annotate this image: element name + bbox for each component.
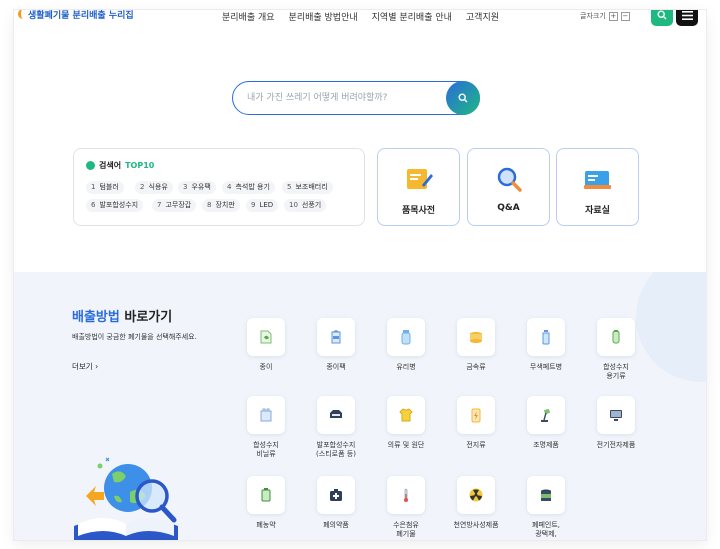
font-increase-button[interactable]: + [608, 11, 618, 21]
nav-item-method-guide[interactable]: 분리배출 방법안내 [289, 10, 358, 23]
more-link[interactable]: 더보기 › [72, 361, 98, 372]
page-frame: 생활폐기물 분리배출 누리집 분리배출 개요 분리배출 방법안내 지역별 분리배… [14, 10, 706, 540]
quick-link-label: 자료실 [585, 206, 610, 216]
search-icon [458, 93, 468, 103]
quick-link-archive[interactable]: 자료실 [556, 148, 639, 226]
category-battery[interactable]: 전지류 [446, 396, 506, 450]
search-top10-panel: 검색어 TOP10 1 텀블러 2 식용유 3 우유팩 4 측석밥 용기 5 보조배터리 … [73, 148, 365, 226]
check-circle-icon [86, 161, 95, 170]
keyword-chip[interactable]: 5 보조배터리 [282, 181, 333, 194]
category-glass-bottle[interactable]: 유리병 [376, 318, 436, 372]
logo-mark-icon [18, 10, 26, 19]
plastic-tube-icon [612, 330, 620, 344]
quick-link-label: 품목사전 [401, 206, 436, 216]
search-icon [657, 10, 667, 20]
pet-bottle-icon [542, 330, 550, 345]
pesticide-icon [261, 488, 271, 502]
keyword-chip[interactable]: 4 측석밥 용기 [222, 181, 275, 194]
monitor-icon [610, 410, 622, 421]
keyword-chip[interactable]: 10 선풍기 [284, 199, 327, 212]
category-mercury[interactable]: 수은첨유 폐기물 [376, 476, 436, 539]
waste-search-bar [232, 81, 480, 115]
magnifier-icon [497, 167, 522, 192]
category-metal[interactable]: 금속류 [446, 318, 506, 372]
category-clothing[interactable]: 의류 및 원단 [376, 396, 436, 450]
nav-item-regional-guide[interactable]: 지역별 분리배출 안내 [372, 10, 452, 23]
main-nav: 분리배출 개요 분리배출 방법안내 지역별 분리배출 안내 고객지원 [222, 10, 499, 23]
archive-icon [584, 171, 611, 189]
category-lighting[interactable]: 조명제품 [516, 396, 576, 450]
top10-title: 검색어 TOP10 [86, 160, 154, 171]
metal-can-icon [470, 332, 482, 343]
quick-link-qna[interactable]: Q&A [467, 148, 550, 226]
nav-item-support[interactable]: 고객지원 [466, 10, 499, 23]
paper-pack-icon [331, 330, 341, 344]
top10-title-prefix: 검색어 [99, 161, 122, 170]
category-pet-bottle[interactable]: 무색페트병 [516, 318, 576, 372]
category-styrofoam[interactable]: 발포합성수지 (스티로폼 등) [306, 396, 366, 459]
category-plastic-container[interactable]: 합성수지 용기류 [586, 318, 646, 381]
paint-can-icon [541, 489, 551, 501]
keyword-chip[interactable]: 2 식용유 [135, 181, 173, 194]
section-title: 배출방법 바로가기 [72, 310, 173, 325]
hamburger-icon [681, 10, 693, 20]
quick-link-label: Q&A [497, 203, 520, 213]
header-search-button[interactable] [651, 10, 673, 26]
category-paint[interactable]: 폐페인트, 광택제, [516, 476, 576, 539]
font-size-label: 글자크기 [580, 12, 606, 20]
category-medicine[interactable]: 폐의약품 [306, 476, 366, 530]
top10-title-accent: TOP10 [125, 161, 155, 170]
radiation-icon [469, 488, 483, 502]
waste-search-button[interactable] [446, 81, 480, 115]
section-subtitle: 배출방법이 궁금한 폐기물을 선택해주세요. [72, 333, 197, 341]
keyword-chip[interactable]: 9 LED [246, 199, 279, 212]
font-decrease-button[interactable]: − [620, 11, 630, 21]
styrofoam-icon [330, 410, 342, 418]
disposal-method-section: 배출방법 바로가기 배출방법이 궁금한 폐기물을 선택해주세요. 더보기 › 종… [14, 272, 706, 540]
medicine-kit-icon [330, 489, 342, 501]
keyword-chip[interactable]: 6 발포합성수지 [86, 199, 144, 212]
keyword-chip[interactable]: 3 우유팩 [178, 181, 216, 194]
waste-search-input[interactable] [247, 90, 437, 106]
globe-book-illustration [74, 457, 178, 540]
site-logo[interactable]: 생활폐기물 분리배출 누리집 [18, 10, 134, 21]
logo-text: 생활폐기물 분리배출 누리집 [28, 11, 134, 21]
site-header: 생활폐기물 분리배출 누리집 분리배출 개요 분리배출 방법안내 지역별 분리배… [14, 10, 706, 32]
background-decoration [636, 272, 706, 382]
keyword-chip[interactable]: 8 장치판 [202, 199, 240, 212]
category-paper-pack[interactable]: 종이팩 [306, 318, 366, 372]
quick-link-dictionary[interactable]: 품목사전 [377, 148, 460, 226]
nav-item-overview[interactable]: 분리배출 개요 [222, 10, 275, 23]
category-radioactive[interactable]: 천연방사성제품 [446, 476, 506, 530]
keyword-chip[interactable]: 7 고무장갑 [152, 199, 197, 212]
paper-icon [260, 330, 272, 344]
keyword-chip[interactable]: 1 텀블러 [86, 181, 124, 194]
glass-bottle-icon [401, 330, 411, 345]
battery-icon [471, 408, 481, 423]
clothing-icon [399, 408, 413, 422]
category-pesticide[interactable]: 폐농약 [236, 476, 296, 530]
font-size-control: 글자크기 + − [580, 11, 630, 21]
category-paper[interactable]: 종이 [236, 318, 296, 372]
header-menu-button[interactable] [676, 10, 698, 26]
dictionary-icon [407, 169, 433, 189]
thermometer-icon [404, 488, 408, 502]
category-electronics[interactable]: 전기전자제품 [586, 396, 646, 450]
lamp-icon [541, 409, 550, 422]
vinyl-bag-icon [260, 408, 272, 422]
category-vinyl[interactable]: 합성수지 비닐류 [236, 396, 296, 459]
